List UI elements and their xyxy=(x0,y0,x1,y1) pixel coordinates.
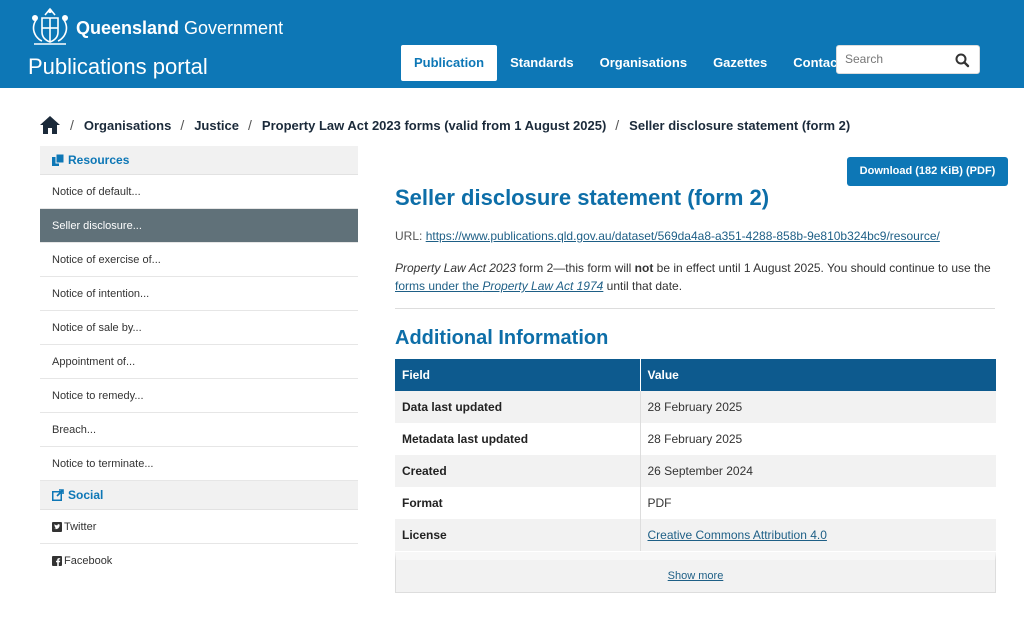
resource-item[interactable]: Breach... xyxy=(40,413,358,447)
breadcrumb-separator: / xyxy=(180,117,185,133)
download-button[interactable]: Download (182 KiB) (PDF) xyxy=(847,157,1008,186)
field-cell: Created xyxy=(395,455,641,487)
value-cell: 26 September 2024 xyxy=(640,455,996,487)
resources-label: Resources xyxy=(68,153,130,167)
social-twitter-link[interactable]: Twitter xyxy=(40,510,358,544)
additional-info-heading: Additional Information xyxy=(395,327,609,349)
value-cell: 28 February 2025 xyxy=(640,423,996,455)
resource-item[interactable]: Notice of default... xyxy=(40,175,358,209)
field-cell: Data last updated xyxy=(395,391,641,423)
resource-description: Property Law Act 2023 form 2—this form w… xyxy=(395,261,991,293)
value-cell: PDF xyxy=(640,487,996,519)
table-row: Format PDF xyxy=(395,487,996,519)
breadcrumb: / Organisations / Justice / Property Law… xyxy=(39,114,850,136)
show-more-container: Show more xyxy=(395,552,996,593)
resource-item[interactable]: Notice to terminate... xyxy=(40,447,358,481)
breadcrumb-separator: / xyxy=(248,117,252,133)
breadcrumb-dataset[interactable]: Property Law Act 2023 forms (valid from … xyxy=(262,118,606,133)
facebook-label: Facebook xyxy=(64,555,113,567)
resource-item[interactable]: Notice of sale by... xyxy=(40,311,358,345)
nav-standards[interactable]: Standards xyxy=(497,45,587,81)
main-nav: Publication Standards Organisations Gaze… xyxy=(401,45,855,81)
nav-gazettes[interactable]: Gazettes xyxy=(700,45,780,81)
license-link[interactable]: Creative Commons Attribution 4.0 xyxy=(648,528,827,542)
search-input[interactable] xyxy=(845,52,945,66)
home-icon[interactable] xyxy=(39,115,61,135)
site-header: Queensland Government Publications porta… xyxy=(0,0,1024,88)
resource-item[interactable]: Appointment of... xyxy=(40,345,358,379)
field-cell: Format xyxy=(395,487,641,519)
breadcrumb-organisations[interactable]: Organisations xyxy=(84,118,171,133)
resource-item[interactable]: Notice to remedy... xyxy=(40,379,358,413)
government-name[interactable]: Queensland Government xyxy=(76,18,283,39)
value-cell: Creative Commons Attribution 4.0 xyxy=(640,519,996,551)
portal-title[interactable]: Publications portal xyxy=(28,54,208,80)
column-header-value: Value xyxy=(640,359,996,391)
search-box xyxy=(836,45,980,74)
divider xyxy=(395,308,995,309)
breadcrumb-current[interactable]: Seller disclosure statement (form 2) xyxy=(629,118,850,133)
column-header-field: Field xyxy=(395,359,641,391)
forms-link[interactable]: forms under the Property Law Act 1974 xyxy=(395,279,603,293)
table-row: Created 26 September 2024 xyxy=(395,455,996,487)
value-cell: 28 February 2025 xyxy=(640,391,996,423)
page-title: Seller disclosure statement (form 2) xyxy=(395,185,770,210)
field-cell: License xyxy=(395,519,641,551)
url-label: URL: xyxy=(395,229,423,243)
nav-organisations[interactable]: Organisations xyxy=(587,45,700,81)
sidebar: Resources Notice of default... Seller di… xyxy=(40,146,358,578)
resource-url-line: URL: https://www.publications.qld.gov.au… xyxy=(395,229,995,243)
resource-item-active[interactable]: Seller disclosure... xyxy=(40,209,358,243)
breadcrumb-separator: / xyxy=(615,117,620,133)
table-row: License Creative Commons Attribution 4.0 xyxy=(395,519,996,551)
additional-info-table: Field Value Data last updated 28 Februar… xyxy=(395,359,996,551)
breadcrumb-justice[interactable]: Justice xyxy=(194,118,239,133)
facebook-icon xyxy=(52,556,62,566)
social-heading: Social xyxy=(40,481,358,510)
resource-item[interactable]: Notice of exercise of... xyxy=(40,243,358,277)
nav-publication[interactable]: Publication xyxy=(401,45,498,81)
breadcrumb-separator: / xyxy=(70,117,74,133)
copy-icon xyxy=(52,154,64,166)
show-more-link[interactable]: Show more xyxy=(668,570,724,582)
table-row: Data last updated 28 February 2025 xyxy=(395,391,996,423)
search-button[interactable] xyxy=(951,50,973,70)
resource-url-link[interactable]: https://www.publications.qld.gov.au/data… xyxy=(426,229,940,243)
twitter-label: Twitter xyxy=(64,520,97,533)
table-row: Metadata last updated 28 February 2025 xyxy=(395,423,996,455)
queensland-coat-of-arms-logo[interactable] xyxy=(28,6,72,48)
search-icon xyxy=(955,53,970,68)
twitter-icon xyxy=(52,521,62,532)
act-name: Property Law Act 2023 xyxy=(395,261,516,275)
share-icon xyxy=(52,489,64,501)
social-facebook-link[interactable]: Facebook xyxy=(40,544,358,578)
field-cell: Metadata last updated xyxy=(395,423,641,455)
resource-item[interactable]: Notice of intention... xyxy=(40,277,358,311)
social-label: Social xyxy=(68,488,104,502)
resources-heading: Resources xyxy=(40,146,358,175)
table-header-row: Field Value xyxy=(395,359,996,391)
